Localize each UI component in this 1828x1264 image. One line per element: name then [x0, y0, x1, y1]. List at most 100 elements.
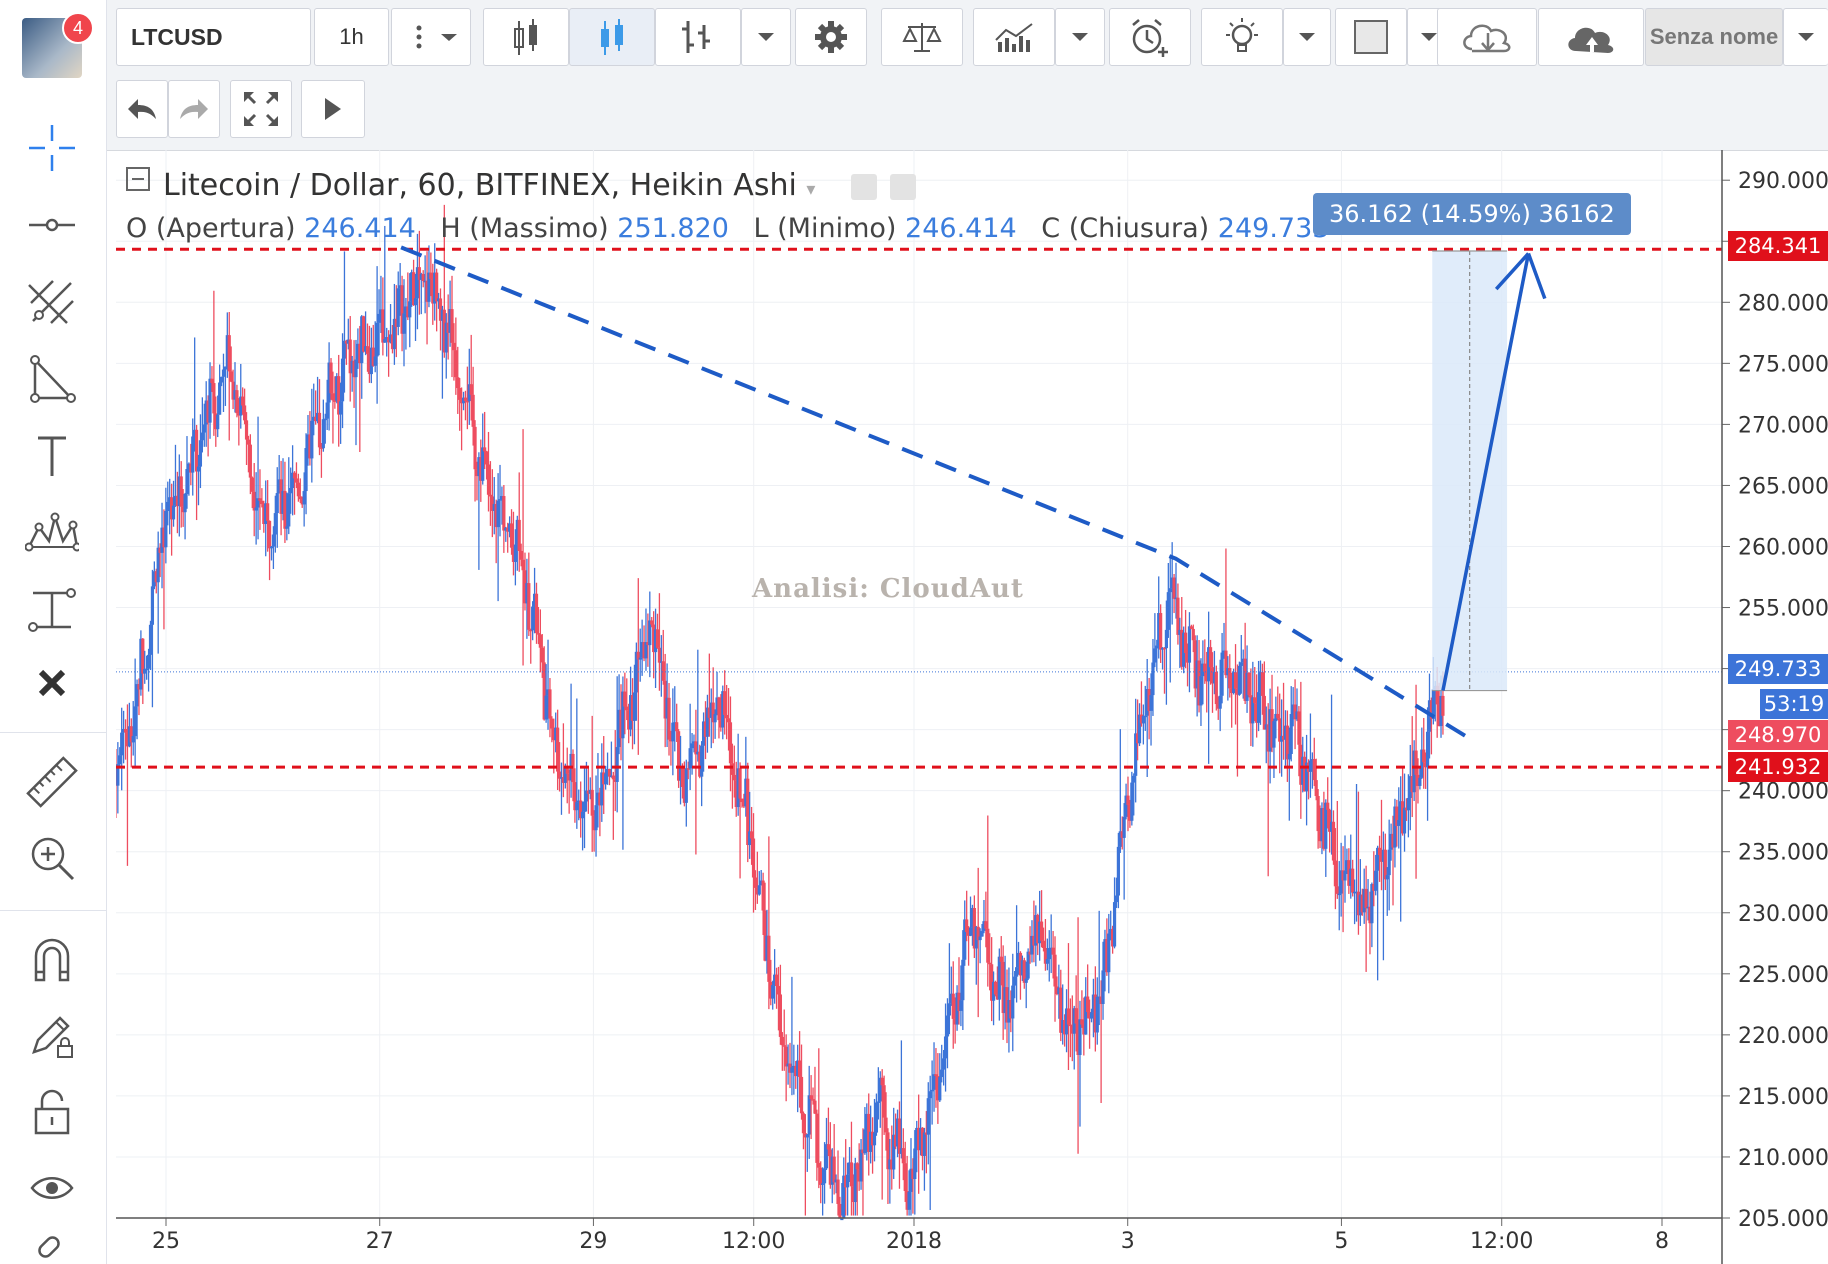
candle-body — [150, 586, 155, 625]
compare-button[interactable] — [655, 8, 741, 66]
candle-body — [1045, 959, 1049, 964]
compare-symbols-button[interactable] — [881, 8, 963, 66]
gann-fib-tool[interactable] — [22, 272, 82, 332]
candle-body — [859, 1149, 863, 1182]
candle-body — [248, 444, 252, 478]
candle-body — [1187, 626, 1192, 663]
candle-body — [531, 606, 535, 631]
candles — [116, 204, 1445, 1221]
candle-body — [580, 811, 585, 819]
zoom-in-tool[interactable] — [22, 828, 82, 888]
candle-body — [458, 388, 462, 400]
alert-button[interactable] — [1109, 8, 1191, 66]
candle-body — [339, 401, 343, 415]
candle-body — [813, 1100, 817, 1114]
x-tick-label: 27 — [366, 1229, 394, 1254]
replay-button[interactable] — [301, 80, 365, 138]
candle-body — [688, 748, 692, 769]
candle-body — [1239, 662, 1243, 666]
y-tick-label: 290.000 — [1738, 169, 1828, 194]
candle-body — [191, 436, 195, 473]
candle-body — [978, 936, 982, 941]
measure-tool[interactable] — [22, 580, 82, 640]
candle-body — [943, 1036, 948, 1059]
ruler-tool[interactable] — [22, 752, 82, 812]
bars-style-button[interactable] — [483, 8, 569, 66]
candle-body — [984, 921, 988, 929]
style-menu-button[interactable] — [741, 8, 791, 66]
candle-body — [594, 805, 598, 831]
indicators-button[interactable] — [973, 8, 1055, 66]
candle-body — [223, 366, 227, 370]
candle-body — [942, 1058, 946, 1070]
indicators-menu-button[interactable] — [1055, 8, 1105, 66]
triangle-icon — [30, 355, 76, 403]
candle-body — [131, 736, 135, 743]
legend-collapse-button[interactable] — [126, 167, 150, 191]
symbol-search-button[interactable]: LTCUSD — [116, 8, 311, 66]
hide-drawings-tool[interactable] — [22, 1158, 82, 1218]
pencil-lock-icon — [32, 1016, 73, 1058]
candle-body — [1333, 860, 1337, 887]
candle-body — [1377, 847, 1382, 855]
candle-body — [728, 722, 733, 764]
eye-icon[interactable] — [850, 173, 877, 200]
fullscreen-button[interactable] — [230, 80, 292, 138]
candle-body — [767, 935, 771, 982]
settings-button[interactable] — [795, 8, 867, 66]
layout-name-button[interactable]: Senza nome — [1645, 8, 1783, 66]
candle-body — [208, 378, 212, 423]
candle-body — [202, 424, 206, 433]
chevron-down-icon[interactable]: ▾ — [806, 179, 815, 200]
candle-body — [821, 1183, 825, 1185]
indicators-icon — [995, 23, 1033, 52]
candle-body — [283, 490, 287, 529]
price-chart[interactable]: 205.000 210.000 215.000 220.000 225.000 230.0… — [116, 150, 1828, 1264]
trend-line-tool[interactable] — [22, 195, 82, 255]
snapshot-color-button[interactable] — [1335, 8, 1407, 66]
candle-body — [1011, 985, 1015, 1019]
text-tool[interactable] — [22, 426, 82, 486]
candle-body — [1418, 777, 1422, 786]
candle-body — [465, 400, 469, 403]
ideas-button[interactable] — [1201, 8, 1283, 66]
interval-menu-button[interactable] — [391, 8, 471, 66]
candle-body — [790, 1067, 794, 1073]
geometric-shapes-tool[interactable] — [22, 349, 82, 409]
save-layout-button[interactable] — [1538, 8, 1644, 66]
remove-drawings-tool[interactable] — [22, 653, 82, 713]
magnet-tool[interactable] — [22, 930, 82, 990]
layout-menu-button[interactable] — [1783, 8, 1828, 66]
lock-drawing-mode-tool[interactable] — [22, 1006, 82, 1066]
candle-body — [876, 1101, 880, 1103]
candle-body — [607, 768, 612, 777]
candle-body — [980, 930, 984, 937]
undo-button[interactable] — [116, 80, 168, 138]
candle-body — [123, 728, 128, 733]
link-tool[interactable] — [22, 1230, 82, 1264]
candle-body — [1172, 577, 1176, 599]
patterns-tool[interactable] — [22, 503, 82, 563]
lock-all-drawings-tool[interactable] — [22, 1082, 82, 1142]
magnet-icon — [34, 938, 70, 982]
candle-body — [872, 1132, 877, 1146]
gear-icon[interactable] — [890, 173, 917, 200]
candle-body — [1387, 849, 1391, 876]
candle-body — [260, 500, 264, 505]
candle-body — [1351, 868, 1355, 893]
candle-body — [292, 472, 297, 479]
candle-body — [1047, 948, 1051, 960]
redo-button[interactable] — [168, 80, 220, 138]
heikin-ashi-button[interactable] — [569, 8, 655, 66]
candle-body — [907, 1191, 911, 1210]
load-layout-button[interactable] — [1437, 8, 1537, 66]
candle-body — [536, 633, 541, 635]
y-tick-label: 270.000 — [1738, 413, 1828, 438]
candle-body — [932, 1074, 936, 1090]
ideas-menu-button[interactable] — [1283, 8, 1331, 66]
crosshair-tool[interactable] — [22, 118, 82, 178]
eye-icon — [30, 1177, 74, 1199]
candle-body — [723, 691, 727, 715]
high-value: 251.820 — [617, 213, 729, 244]
interval-button[interactable]: 1h — [314, 8, 389, 66]
